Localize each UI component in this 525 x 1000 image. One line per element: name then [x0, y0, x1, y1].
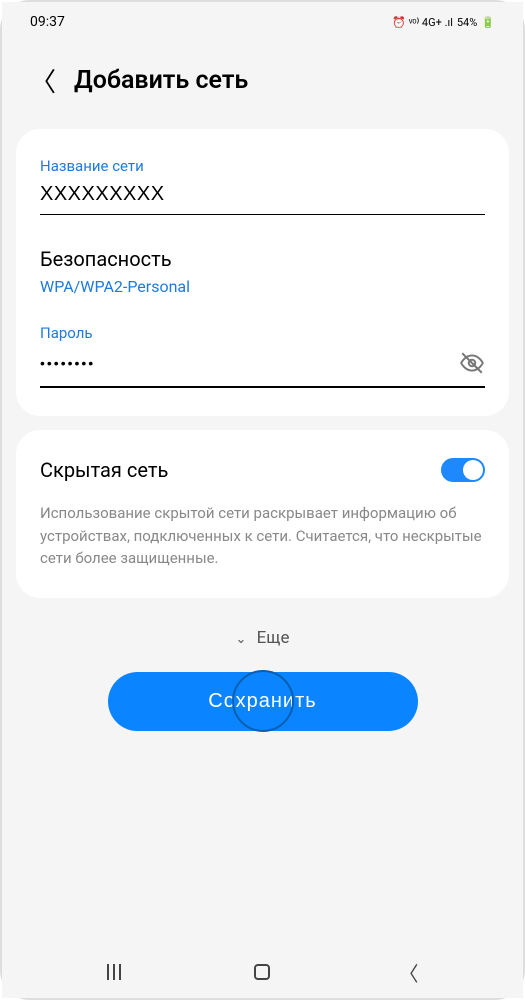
more-button[interactable]: ⌄ Еще	[2, 612, 523, 672]
security-value[interactable]: WPA/WPA2-Personal	[40, 277, 485, 296]
home-button[interactable]	[254, 964, 270, 980]
page-header: 〈 Добавить сеть	[2, 42, 523, 129]
visibility-off-icon[interactable]	[459, 350, 485, 376]
chevron-down-icon: ⌄	[236, 632, 247, 647]
hidden-network-card: Скрытая сеть Использование скрытой сети …	[16, 430, 509, 598]
recents-button[interactable]	[107, 964, 125, 980]
network-form-card: Название сети Безопасность WPA/WPA2-Pers…	[16, 129, 509, 416]
network-name-input[interactable]	[40, 183, 485, 206]
hidden-network-toggle[interactable]	[441, 458, 485, 482]
status-time: 09:37	[30, 14, 65, 30]
network-name-label: Название сети	[40, 157, 485, 175]
page-title: Добавить сеть	[74, 66, 248, 95]
navigation-bar: 〈	[2, 946, 523, 998]
save-button[interactable]: Сохранить	[108, 672, 418, 731]
status-icons: ⏰ ᵛᵒ⁾ 4G+ .ıl 54% 🔋	[392, 16, 495, 29]
back-icon[interactable]: 〈	[30, 62, 56, 99]
password-input[interactable]	[40, 355, 459, 371]
status-bar: 09:37 ⏰ ᵛᵒ⁾ 4G+ .ıl 54% 🔋	[2, 2, 523, 42]
hidden-network-label: Скрытая сеть	[40, 458, 168, 482]
password-label: Пароль	[40, 324, 485, 342]
hidden-network-warning: Использование скрытой сети раскрывает ин…	[40, 502, 485, 570]
security-label: Безопасность	[40, 247, 485, 271]
nav-back-button[interactable]: 〈	[399, 958, 419, 987]
more-label: Еще	[257, 628, 290, 648]
